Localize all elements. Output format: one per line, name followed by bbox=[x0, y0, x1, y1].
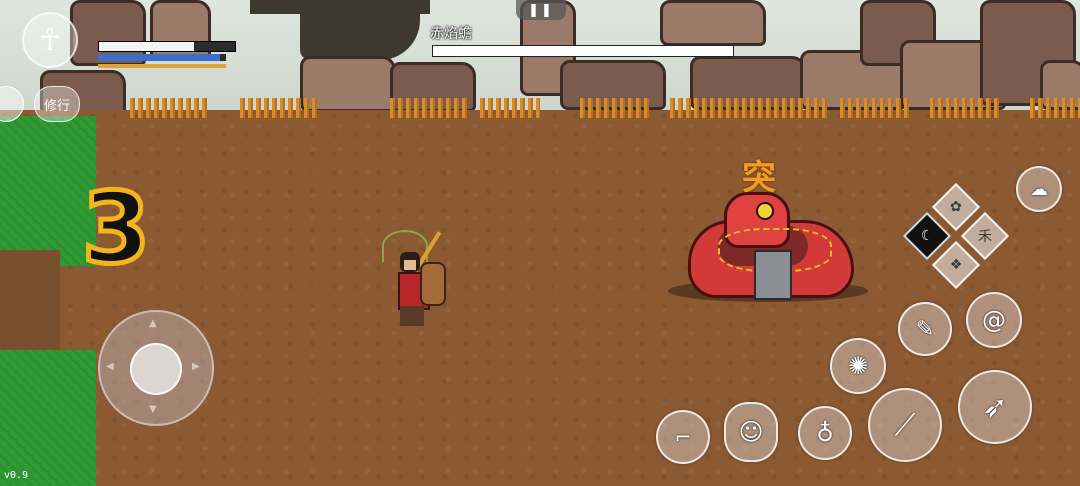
transform-label: 禾 bbox=[978, 229, 992, 245]
pattern-icon: ❖ bbox=[949, 257, 963, 273]
player-health-fill bbox=[99, 42, 195, 51]
joystick-left-arrow-icon: ◀ bbox=[106, 361, 114, 372]
staff-icon: ⟋ bbox=[894, 407, 916, 443]
dry-grass bbox=[480, 98, 540, 118]
spiral-skill-button[interactable]: ✺ bbox=[830, 338, 886, 394]
version-label: v0.9 bbox=[4, 470, 29, 481]
boss-toad bbox=[668, 180, 868, 302]
boss-sword-stand bbox=[754, 250, 792, 300]
dry-grass bbox=[390, 98, 470, 118]
player-stamina-bar bbox=[98, 64, 226, 68]
horn-icon: ➶ bbox=[982, 389, 1008, 425]
player-face bbox=[404, 260, 416, 270]
dry-grass bbox=[840, 98, 910, 118]
swirl-icon: @ bbox=[982, 306, 1006, 334]
player-mana-bar bbox=[98, 54, 226, 61]
tree-branch bbox=[250, 0, 430, 14]
boss-eye bbox=[756, 202, 774, 220]
swirl-skill-button[interactable]: @ bbox=[966, 292, 1022, 348]
boss-health-bar bbox=[432, 45, 734, 57]
cultivate-button[interactable]: 修行 bbox=[34, 86, 80, 122]
dry-grass bbox=[240, 98, 320, 118]
rifle-skill-button[interactable]: ⌐ bbox=[656, 410, 710, 464]
gourd-icon: ♁ bbox=[816, 419, 834, 447]
boss-health-fill bbox=[433, 46, 733, 56]
staff-attack-button[interactable]: ⟋ bbox=[868, 388, 942, 462]
dry-grass bbox=[670, 98, 830, 118]
dry-grass bbox=[1030, 98, 1080, 118]
player-stamina-fill bbox=[98, 64, 226, 68]
rock bbox=[660, 0, 766, 46]
dry-grass bbox=[930, 98, 1000, 118]
dry-grass bbox=[580, 98, 650, 118]
spiral-icon: ✺ bbox=[847, 352, 869, 380]
portrait-skill-button[interactable]: ☺ bbox=[724, 402, 778, 462]
spirit-cloud-skill-button[interactable]: ☁ bbox=[1016, 166, 1062, 212]
wave-counter: 3 bbox=[79, 172, 152, 286]
grass-patch bbox=[0, 350, 96, 486]
transform-skill-cluster: ✿ ☾ 禾 ❖ bbox=[902, 182, 1010, 290]
dry-grass bbox=[130, 98, 210, 118]
monkey-king-silhouette-icon: ☥ bbox=[38, 22, 62, 58]
player-mana-fill bbox=[98, 54, 220, 61]
scroll-skill-button[interactable]: ✎ bbox=[898, 302, 952, 356]
player-health-bar bbox=[98, 41, 236, 52]
gourd-item-button[interactable]: ♁ bbox=[798, 406, 852, 460]
monkey-companion bbox=[420, 262, 446, 306]
crescent-icon: ☾ bbox=[920, 228, 934, 244]
player-avatar[interactable]: ☥ bbox=[22, 12, 78, 68]
joystick-up-arrow-icon: ▲ bbox=[149, 318, 157, 329]
pause-button[interactable]: ❚❚ bbox=[516, 0, 566, 20]
scroll-icon: ✎ bbox=[915, 316, 935, 342]
boss-name: 赤焰蟾 bbox=[430, 26, 472, 42]
joystick-right-arrow-icon: ▶ bbox=[192, 361, 200, 372]
spirit-cloud-icon: ☁ bbox=[1030, 178, 1048, 200]
rifle-icon: ⌐ bbox=[674, 425, 692, 449]
horn-skill-button[interactable]: ➶ bbox=[958, 370, 1032, 444]
pattern-icon: ✿ bbox=[950, 198, 962, 215]
joystick-down-arrow-icon: ▼ bbox=[149, 404, 157, 415]
joystick-knob[interactable] bbox=[130, 343, 182, 395]
player-character bbox=[382, 230, 456, 334]
player-legs bbox=[400, 306, 424, 326]
portrait-icon: ☺ bbox=[738, 418, 764, 446]
